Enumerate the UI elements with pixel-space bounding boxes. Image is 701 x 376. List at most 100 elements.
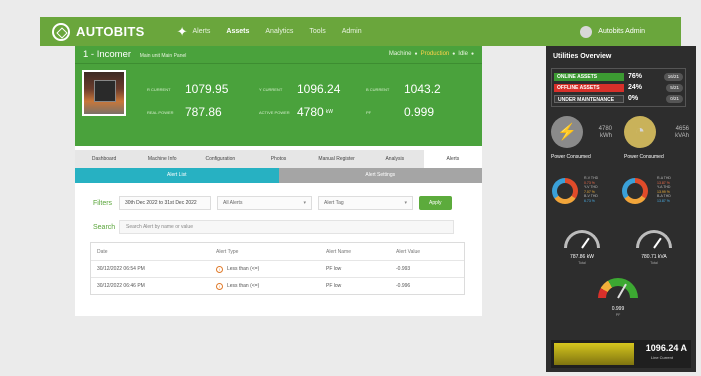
metric-r-current: R CURRENT 1079.95 — [147, 82, 228, 96]
asset-summary: ONLINE ASSETS 76% 16/21 OFFLINE ASSETS 2… — [551, 68, 686, 107]
energy-consumed-widget: ◔ — [624, 116, 656, 148]
warning-icon: ! — [216, 282, 223, 290]
offline-assets-row[interactable]: OFFLINE ASSETS 24% 5/21 — [554, 82, 683, 93]
warning-icon: ! — [216, 265, 223, 273]
avatar — [580, 25, 593, 38]
kw-gauge — [564, 230, 600, 248]
tab-configuration[interactable]: Configuration — [191, 150, 249, 168]
metric-value: 787.86 — [185, 105, 222, 119]
tab-manual-register[interactable]: Manual Register — [308, 150, 366, 168]
tab-machine-info[interactable]: Machine Info — [133, 150, 191, 168]
metric-y-current: Y CURRENT 1096.24 — [259, 82, 340, 96]
column-header-alert-type[interactable]: Alert Type — [216, 249, 326, 255]
metric-label: PF — [366, 109, 372, 115]
metric-label: B CURRENT — [366, 86, 390, 92]
metric-label: R CURRENT — [147, 86, 171, 92]
metric-pf: PF 0.999 — [366, 105, 434, 119]
user-menu[interactable]: Autobits Admin — [580, 25, 645, 38]
kw-gauge-value: 787.86 kW — [570, 254, 594, 260]
metric-label: ACTIVE POWER — [259, 109, 290, 115]
machine-subtitle: Main unit Main Panel — [139, 53, 187, 59]
metric-value: 1096.24 — [297, 82, 341, 96]
subtab-alert-list[interactable]: Alert List — [75, 168, 279, 183]
lightning-icon: ⚡ — [557, 124, 577, 141]
machine-title: 1 - Incomer Main unit Main Panel — [83, 49, 186, 60]
energy-value: 4656 kVAh — [659, 126, 689, 140]
pf-gauge-value: 0.999 — [611, 306, 625, 312]
filters-label: Filters — [93, 199, 113, 207]
thd-label: R-A THD — [657, 176, 671, 180]
metric-value: 0.999 — [404, 105, 435, 119]
machine-status: Machine ● Production ● Idle ● — [389, 51, 474, 57]
status-separator-icon: ● — [414, 51, 418, 57]
pf-gauge — [598, 278, 638, 298]
metric-real-power: REAL POWER 787.86 — [147, 105, 222, 119]
subtab-alert-settings[interactable]: Alert Settings — [278, 168, 482, 183]
date-range-field[interactable]: 30th Dec 2022 to 31st Dec 2022 — [119, 196, 211, 210]
cell-alert-name: PF low — [326, 266, 342, 272]
nav-analytics[interactable]: Analytics — [265, 28, 293, 35]
column-header-alert-name[interactable]: Alert Name — [326, 249, 396, 255]
alert-select[interactable]: All Alerts ▾ — [217, 196, 312, 210]
bird-icon: ✦ — [176, 23, 188, 39]
alert-tag-select-value: Alert Tag — [324, 200, 344, 206]
nav-tools[interactable]: Tools — [309, 28, 325, 35]
chevron-down-icon: ▾ — [303, 200, 306, 206]
line-current-label: Line Current — [650, 355, 673, 360]
power-number: 4780 — [598, 126, 612, 132]
search-input[interactable]: Search Alert by name or value — [119, 220, 454, 234]
kva-gauge-sub: Total — [650, 261, 658, 265]
cell-alert-value: -0.996 — [396, 283, 411, 289]
thd-value: 6.73 % — [584, 198, 595, 203]
table-row[interactable]: 30/12/2022 06:54 PM ! Less than (<=) PF … — [91, 260, 464, 277]
voltage-thd-list: R-V THD 0.73 % Y-V THD 7.07 % B-V THD 6.… — [584, 176, 598, 203]
alert-table: Date Alert Type Alert Name Alert Value 3… — [90, 242, 465, 295]
thd-label: R-V THD — [584, 176, 599, 180]
autobits-logo-icon — [52, 22, 70, 41]
column-header-date[interactable]: Date — [91, 249, 216, 255]
energy-caption: Power Consumed — [624, 154, 664, 160]
tab-analysis[interactable]: Analysis — [366, 150, 424, 168]
cell-alert-type: ! Less than (<=) — [216, 265, 326, 273]
kva-gauge-value: 780.71 kVA — [641, 254, 667, 260]
alert-tag-select[interactable]: Alert Tag ▾ — [318, 196, 413, 210]
tab-alerts[interactable]: Alerts — [423, 150, 482, 168]
nav-assets[interactable]: Assets — [226, 28, 249, 35]
line-current-bar — [554, 343, 634, 365]
thd-label: B-A THD — [657, 194, 671, 198]
kva-gauge — [636, 230, 672, 248]
thd-label: Y-V THD — [584, 185, 598, 189]
top-navigation-bar: AUTOBITS ✦ Alerts Assets Analytics Tools… — [40, 17, 681, 46]
maintenance-assets-count: 0/21 — [666, 94, 683, 103]
metric-unit: kW — [325, 109, 333, 115]
status-idle: Idle — [458, 51, 468, 57]
cell-alert-value: -0.993 — [396, 266, 411, 272]
nav-alerts[interactable]: Alerts — [193, 28, 211, 35]
cell-date: 30/12/2022 06:54 PM — [97, 266, 145, 272]
tab-photos[interactable]: Photos — [249, 150, 307, 168]
kw-gauge-sub: Total — [578, 261, 586, 265]
machine-header: 1 - Incomer Main unit Main Panel Machine… — [75, 46, 482, 146]
metric-active-power: ACTIVE POWER 4780 kW — [259, 105, 333, 119]
utilities-overview-panel: Utilities Overview ONLINE ASSETS 76% 16/… — [546, 46, 696, 372]
thd-value: 13.87 % — [657, 198, 670, 203]
online-assets-row[interactable]: ONLINE ASSETS 76% 16/21 — [554, 71, 683, 82]
apply-button[interactable]: Apply — [419, 196, 452, 210]
brand-logo[interactable]: AUTOBITS — [52, 22, 145, 41]
search-label: Search — [93, 223, 116, 231]
table-row[interactable]: 30/12/2022 06:46 PM ! Less than (<=) PF … — [91, 277, 464, 294]
maintenance-assets-row[interactable]: UNDER MAINTENANCE 0% 0/21 — [554, 93, 683, 104]
alert-subtabs: Alert List Alert Settings — [75, 168, 482, 183]
online-assets-label: ONLINE ASSETS — [554, 72, 624, 81]
nav-admin[interactable]: Admin — [342, 28, 362, 35]
user-name: Autobits Admin — [598, 28, 645, 35]
main-nav: ✦ Alerts Assets Analytics Tools Admin — [177, 24, 378, 40]
tab-dashboard[interactable]: Dashboard — [75, 150, 133, 168]
machine-photo[interactable] — [82, 70, 126, 116]
cell-alert-type: ! Less than (<=) — [216, 282, 326, 290]
brand-name: AUTOBITS — [76, 24, 145, 39]
metric-value: 1043.2 — [404, 82, 441, 96]
search-row: Search Search Alert by name or value — [93, 220, 454, 234]
power-unit: kWh — [600, 133, 612, 139]
column-header-alert-value[interactable]: Alert Value — [396, 249, 464, 255]
